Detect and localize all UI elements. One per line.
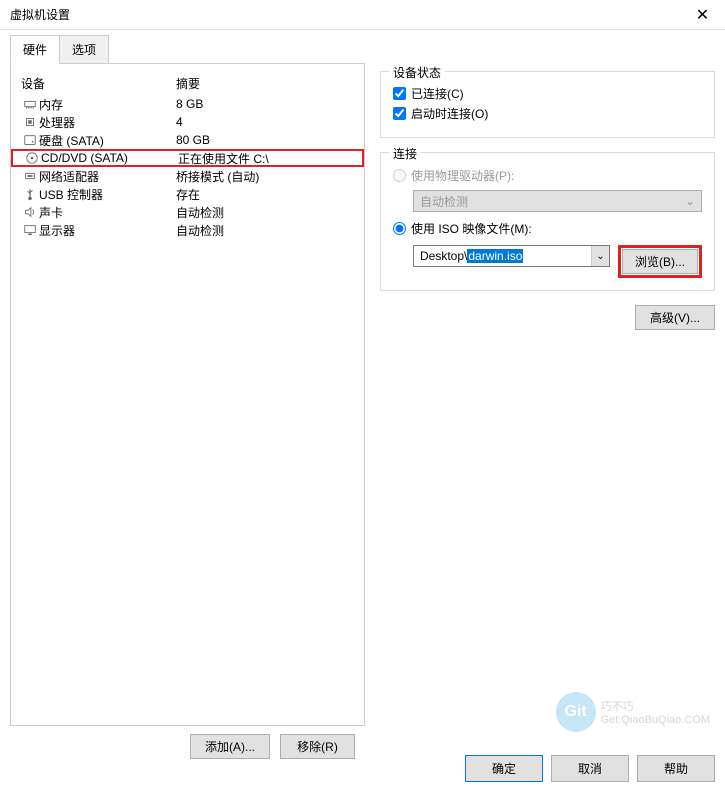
device-status-title: 设备状态 (389, 64, 445, 81)
device-name: USB 控制器 (39, 186, 176, 203)
device-row-usb[interactable]: USB 控制器 存在 (11, 185, 364, 203)
cpu-icon (21, 115, 39, 129)
footer: 确定 取消 帮助 (465, 755, 715, 782)
device-status-group: 设备状态 已连接(C) 启动时连接(O) (380, 71, 715, 138)
device-summary: 桥接模式 (自动) (176, 168, 354, 185)
device-name: 硬盘 (SATA) (39, 132, 176, 149)
iso-path: Desktop\darwin.iso (414, 249, 591, 263)
tab-hardware[interactable]: 硬件 (10, 35, 60, 64)
cd-icon (23, 151, 41, 165)
device-summary: 80 GB (176, 133, 354, 147)
connection-title: 连接 (389, 145, 421, 162)
device-summary: 自动检测 (176, 204, 354, 221)
device-row-disk[interactable]: 硬盘 (SATA) 80 GB (11, 131, 364, 149)
device-summary: 8 GB (176, 97, 354, 111)
device-row-cddvd[interactable]: CD/DVD (SATA) 正在使用文件 C:\ (11, 149, 364, 167)
advanced-row: 高级(V)... (380, 305, 715, 330)
iso-row: Desktop\darwin.iso ⌄ 浏览(B)... (413, 245, 702, 278)
left-buttons: 添加(A)... 移除(R) (10, 726, 365, 759)
close-icon: ✕ (696, 5, 709, 25)
physical-indent: 自动检测 ⌄ (413, 190, 702, 212)
device-row-network[interactable]: 网络适配器 桥接模式 (自动) (11, 167, 364, 185)
window-title: 虚拟机设置 (10, 6, 70, 23)
sound-icon (21, 205, 39, 219)
device-row-sound[interactable]: 声卡 自动检测 (11, 203, 364, 221)
physical-radio-row: 使用物理驱动器(P): (393, 167, 702, 184)
tabs: 硬件 选项 (10, 35, 725, 64)
device-summary: 存在 (176, 186, 354, 203)
advanced-button[interactable]: 高级(V)... (635, 305, 715, 330)
iso-radio-row: 使用 ISO 映像文件(M): (393, 220, 702, 237)
titlebar: 虚拟机设置 ✕ (0, 0, 725, 30)
iso-combo[interactable]: Desktop\darwin.iso ⌄ (413, 245, 610, 267)
connected-label: 已连接(C) (411, 85, 464, 102)
left-column: 设备 摘要 内存 8 GB 处理器 4 硬盘 (SA (10, 63, 365, 759)
browse-highlight: 浏览(B)... (618, 245, 702, 278)
device-summary: 4 (176, 115, 354, 129)
iso-label: 使用 ISO 映像文件(M): (411, 220, 532, 237)
device-name: 内存 (39, 96, 176, 113)
device-row-cpu[interactable]: 处理器 4 (11, 113, 364, 131)
right-panel: 设备状态 已连接(C) 启动时连接(O) 连接 使用物理驱动器(P): 自动检测… (380, 63, 715, 759)
help-button[interactable]: 帮助 (637, 755, 715, 782)
device-summary: 正在使用文件 C:\ (178, 150, 352, 167)
connected-checkbox-row: 已连接(C) (393, 85, 702, 102)
device-name: 声卡 (39, 204, 176, 221)
header-summary: 摘要 (176, 75, 354, 92)
device-name: CD/DVD (SATA) (41, 151, 178, 165)
display-icon (21, 223, 39, 237)
power-on-checkbox[interactable] (393, 107, 406, 120)
disk-icon (21, 133, 39, 147)
chevron-down-icon[interactable]: ⌄ (591, 246, 609, 266)
device-name: 网络适配器 (39, 168, 176, 185)
remove-button[interactable]: 移除(R) (280, 734, 355, 759)
physical-radio (393, 169, 406, 182)
content: 设备 摘要 内存 8 GB 处理器 4 硬盘 (SA (0, 63, 725, 769)
browse-button[interactable]: 浏览(B)... (622, 249, 698, 274)
device-list-panel: 设备 摘要 内存 8 GB 处理器 4 硬盘 (SA (10, 63, 365, 726)
tab-options[interactable]: 选项 (59, 35, 109, 64)
header-device: 设备 (21, 75, 176, 92)
chevron-down-icon: ⌄ (685, 194, 695, 208)
iso-radio[interactable] (393, 222, 406, 235)
device-name: 处理器 (39, 114, 176, 131)
device-list: 设备 摘要 内存 8 GB 处理器 4 硬盘 (SA (11, 72, 364, 717)
connection-group: 连接 使用物理驱动器(P): 自动检测 ⌄ 使用 ISO 映像文件(M): De… (380, 152, 715, 291)
memory-icon (21, 97, 39, 111)
usb-icon (21, 187, 39, 201)
physical-dropdown: 自动检测 ⌄ (413, 190, 702, 212)
poweron-checkbox-row: 启动时连接(O) (393, 105, 702, 122)
close-button[interactable]: ✕ (680, 0, 725, 30)
device-name: 显示器 (39, 222, 176, 239)
cancel-button[interactable]: 取消 (551, 755, 629, 782)
ok-button[interactable]: 确定 (465, 755, 543, 782)
device-row-display[interactable]: 显示器 自动检测 (11, 221, 364, 239)
auto-detect-text: 自动检测 (420, 193, 468, 210)
device-row-memory[interactable]: 内存 8 GB (11, 95, 364, 113)
physical-label: 使用物理驱动器(P): (411, 167, 514, 184)
device-summary: 自动检测 (176, 222, 354, 239)
list-header: 设备 摘要 (11, 72, 364, 95)
watermark-text: 巧不巧 Get.QiaoBuQiao.COM (601, 698, 710, 726)
watermark: Git 巧不巧 Get.QiaoBuQiao.COM (556, 692, 710, 732)
watermark-badge: Git (556, 692, 596, 732)
connected-checkbox[interactable] (393, 87, 406, 100)
power-on-label: 启动时连接(O) (411, 105, 488, 122)
add-button[interactable]: 添加(A)... (190, 734, 270, 759)
network-icon (21, 169, 39, 183)
